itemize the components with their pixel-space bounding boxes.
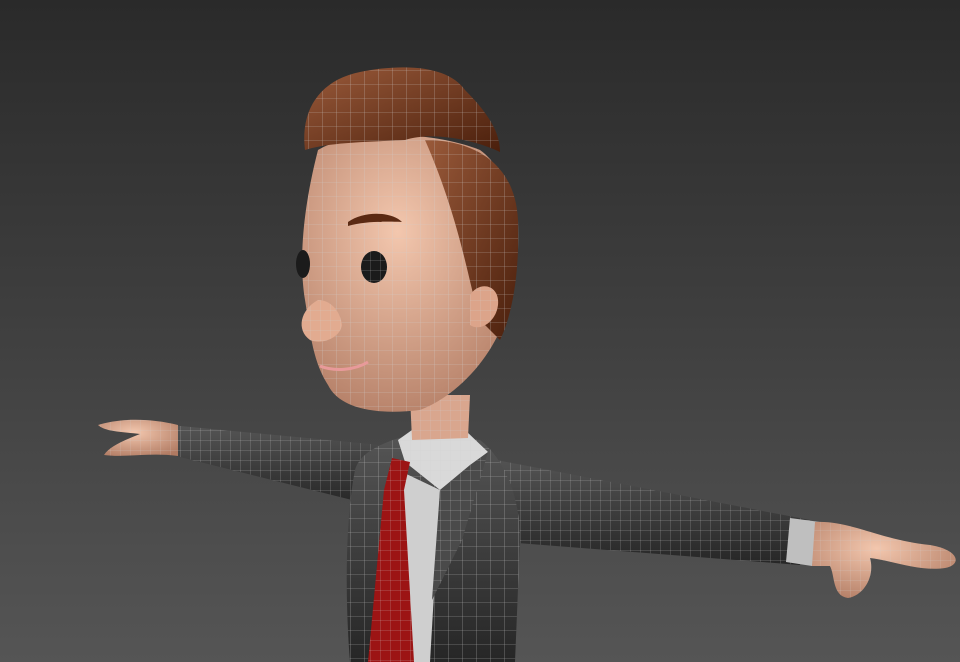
torso (346, 430, 520, 662)
left-eye (296, 250, 310, 278)
character-scene (0, 0, 960, 662)
3d-viewport[interactable] (0, 0, 960, 662)
